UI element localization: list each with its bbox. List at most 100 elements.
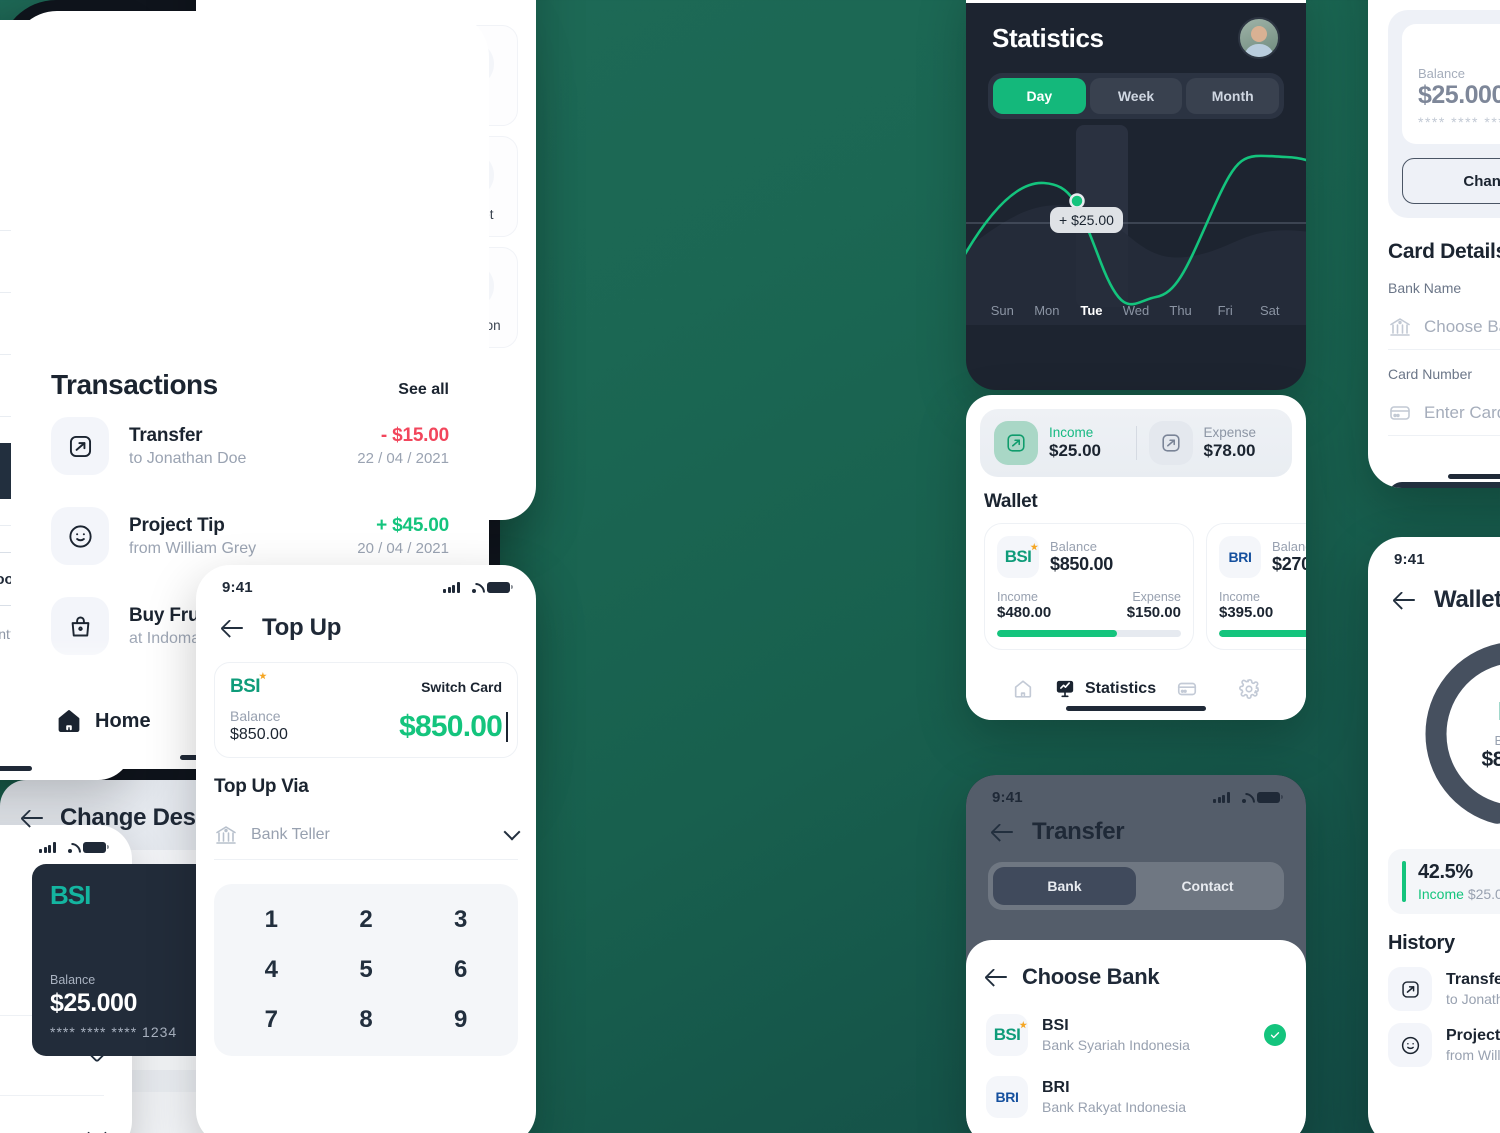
wallet-stat-header: Wallet Statistics — [1368, 570, 1500, 620]
signal-icon — [1213, 792, 1230, 803]
wallet-expense: $150.00 — [1126, 604, 1181, 621]
bank-name-placeholder: Choose Bank — [1424, 316, 1500, 336]
transaction-date: 22 / 04 / 2021 — [357, 450, 449, 467]
chart-x-axis: Sun Mon Tue Wed Thu Fri Sat — [966, 303, 1306, 318]
transfer-icon — [51, 417, 109, 475]
bank-name-label: Bank Name — [1388, 280, 1462, 296]
back-button[interactable] — [1394, 589, 1416, 611]
bank-code: BSI — [993, 1025, 1021, 1044]
see-all-link[interactable]: See all — [398, 381, 449, 399]
key-8[interactable]: 8 — [319, 1006, 414, 1034]
status-bar: 9:41 — [196, 565, 536, 598]
key-9[interactable]: 9 — [413, 1006, 508, 1034]
page-title: Top Up — [262, 614, 342, 641]
donut-center: BSI Balance $850.00 — [1481, 696, 1500, 772]
settings-icon — [1239, 679, 1259, 699]
back-button[interactable] — [222, 617, 244, 639]
x-tick: Fri — [1217, 303, 1233, 318]
back-button[interactable] — [22, 807, 44, 829]
wallet-card[interactable]: BRI Balance $270.00 Income Expense $395.… — [1206, 523, 1306, 650]
card-number-field[interactable]: Enter Card Number — [1388, 390, 1500, 436]
home-icon — [58, 710, 80, 732]
tab-contact[interactable]: Contact — [1136, 867, 1279, 905]
card-icon — [1177, 682, 1197, 696]
key-6[interactable]: 6 — [413, 956, 508, 984]
topup-method-select[interactable]: Bank Teller — [214, 810, 521, 860]
key-2[interactable]: 2 — [319, 906, 414, 934]
back-button[interactable] — [986, 966, 1008, 988]
wallet-statistics-screen: 9:41 Wallet Statistics BSI Balance $850.… — [1368, 537, 1500, 1133]
wifi-icon — [62, 842, 77, 853]
check-icon — [1264, 1024, 1286, 1046]
history-row[interactable]: Project Tip from William Grey — [1368, 1011, 1500, 1067]
back-button[interactable] — [992, 821, 1014, 843]
statistics-header: Statistics — [966, 3, 1306, 59]
expense-label: Expense — [1203, 425, 1257, 440]
key-3[interactable]: 3 — [413, 906, 508, 934]
period-week[interactable]: Week — [1089, 78, 1183, 114]
period-month[interactable]: Month — [1186, 78, 1280, 114]
wifi-icon — [466, 582, 481, 593]
status-time: 9:41 — [222, 579, 253, 596]
accent-bar — [1402, 861, 1406, 902]
bsi-logo-icon: BSI — [997, 536, 1039, 578]
bri-logo-icon: BRI — [986, 1076, 1028, 1118]
card-preview[interactable]: Balance $25.000 **** **** **** 1234 — [1402, 24, 1500, 144]
key-7[interactable]: 7 — [224, 1006, 319, 1034]
tab-statistics[interactable]: Statistics — [1054, 678, 1156, 700]
tab-bank[interactable]: Bank — [993, 867, 1136, 905]
statistics-sheet: Income $25.00 Expense $78.00 Wallet BSI … — [966, 395, 1306, 720]
chart-highlight-point — [1069, 193, 1085, 209]
topup-amount-input[interactable]: $850.00 — [399, 710, 508, 744]
change-design-button[interactable]: Change Design — [1402, 158, 1500, 204]
topup-method-value: Bank Teller — [251, 825, 330, 843]
tab-cards[interactable] — [1156, 678, 1218, 700]
tab-settings[interactable] — [1218, 678, 1280, 700]
accordion-item[interactable] — [0, 1096, 107, 1133]
page-title: Transfer — [1032, 818, 1125, 845]
income-value: $25.00 — [1467, 886, 1500, 902]
transaction-amount: + $45.00 — [376, 515, 449, 536]
income-expense-summary: Income $25.00 Expense $78.00 — [980, 409, 1292, 477]
transaction-row[interactable]: Transfer to Jonathan Doe - $15.00 22 / 0… — [11, 401, 489, 491]
signal-icon — [39, 842, 56, 853]
topup-header: Top Up — [196, 598, 536, 648]
transaction-amount: - $15.00 — [380, 425, 449, 446]
balance-label: Balance — [230, 708, 281, 724]
history-row[interactable]: Transfer to Jonathan Doe — [1368, 955, 1500, 1011]
status-time: 9:41 — [1394, 551, 1425, 568]
switch-card-button[interactable]: Switch Card — [421, 679, 502, 695]
status-icons — [1213, 791, 1283, 804]
design-showcase-canvas: 9:41 Sign Up Create your account Full Na… — [0, 0, 1500, 1133]
transaction-date: 20 / 04 / 2021 — [357, 540, 449, 557]
key-5[interactable]: 5 — [319, 956, 414, 984]
tab-home[interactable] — [992, 678, 1054, 700]
period-segmented-control: Day Week Month — [988, 73, 1284, 119]
bank-name-field[interactable]: Choose Bank — [1388, 304, 1500, 350]
chart-svg — [966, 125, 1306, 325]
period-day[interactable]: Day — [993, 78, 1086, 114]
tab-home[interactable]: Home — [55, 707, 185, 735]
avatar[interactable] — [1238, 17, 1280, 59]
add-card-button[interactable]: Add Card — [1388, 482, 1500, 488]
bank-list-item[interactable]: BSI BSI Bank Syariah Indonesia — [986, 1004, 1286, 1066]
key-1[interactable]: 1 — [224, 906, 319, 934]
wallet-list[interactable]: BSI Balance $850.00 Income Expense $480.… — [966, 513, 1306, 650]
chart-tooltip: + $25.00 — [1050, 207, 1123, 233]
choose-bank-sheet: Choose Bank BSI BSI Bank Syariah Indones… — [966, 940, 1306, 1133]
transaction-title: Project Tip — [129, 514, 225, 536]
x-tick: Sat — [1260, 303, 1280, 318]
status-bar: 9:41 — [1368, 537, 1500, 570]
expense-icon — [1148, 421, 1193, 465]
choose-bank-header: Choose Bank — [986, 958, 1286, 1004]
bank-list-item[interactable]: BRI BRI Bank Rakyat Indonesia — [986, 1066, 1286, 1128]
wallet-bank-code: BRI — [1228, 549, 1252, 565]
wallet-card[interactable]: BSI Balance $850.00 Income Expense $480.… — [984, 523, 1194, 650]
bank-icon — [1390, 317, 1410, 336]
page-title: Wallet Statistics — [1434, 586, 1500, 613]
expense-cell: Expense $78.00 — [1148, 421, 1279, 465]
income-value: $25.00 — [1049, 441, 1101, 460]
balance-line-chart: + $25.00 — [966, 125, 1306, 325]
key-4[interactable]: 4 — [224, 956, 319, 984]
chevron-down-icon — [87, 1122, 107, 1133]
